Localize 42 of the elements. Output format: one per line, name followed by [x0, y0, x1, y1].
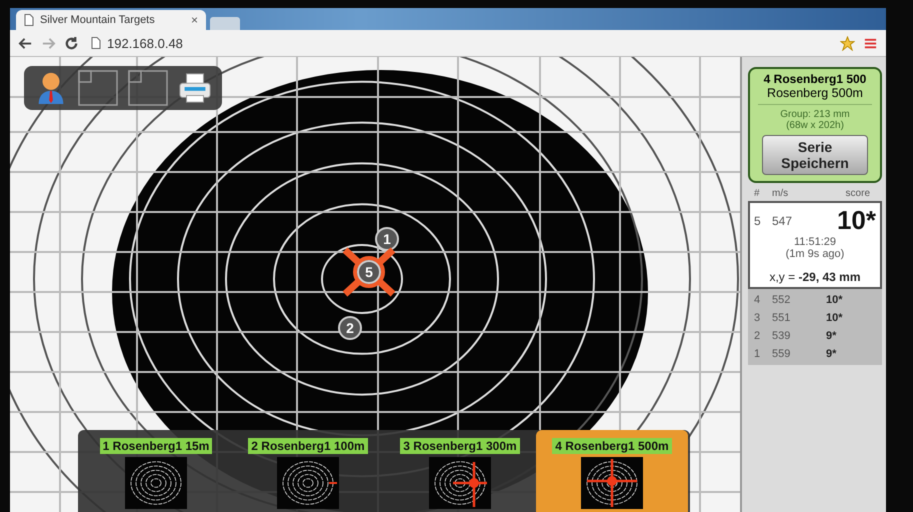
- shot-score: 10*: [836, 205, 876, 236]
- column-header: score: [844, 188, 871, 199]
- page-icon: [24, 14, 34, 26]
- printer-icon[interactable]: [178, 71, 212, 105]
- shot-speed: 547: [772, 214, 794, 228]
- shot-row[interactable]: 1 559 9*: [754, 345, 876, 363]
- shot-number: 5: [754, 214, 762, 228]
- series-label: 4 Rosenberg1 500m: [552, 438, 672, 454]
- window-icon[interactable]: [128, 70, 168, 106]
- target-thumbnail: [581, 457, 643, 509]
- window-icon[interactable]: [78, 70, 118, 106]
- back-icon[interactable]: [18, 36, 33, 50]
- series-item[interactable]: 4 Rosenberg1 500m: [536, 430, 688, 512]
- group-size: Group: 213 mm: [780, 109, 850, 120]
- group-dimensions: (68w x 202h): [786, 120, 844, 131]
- tab-title: Silver Mountain Targets: [40, 14, 156, 26]
- shot-time: 11:51:29: [794, 236, 836, 248]
- series-label: 3 Rosenberg1 300m: [400, 438, 520, 454]
- target-thumbnail: [277, 457, 339, 509]
- shot-row[interactable]: 2 539 9*: [754, 327, 876, 345]
- shot-position: x,y = -29, 43 mm: [769, 270, 861, 284]
- series-item[interactable]: 2 Rosenberg1 100m: [232, 430, 384, 512]
- column-header: m/s: [772, 188, 790, 199]
- target-thumbnail: [125, 457, 187, 509]
- series-item[interactable]: 3 Rosenberg1 300m: [384, 430, 536, 512]
- page-icon: [91, 37, 101, 49]
- shot-age: (1m 9s ago): [786, 248, 844, 260]
- reload-icon[interactable]: [64, 36, 79, 50]
- series-subtitle: Rosenberg 500m: [767, 86, 863, 100]
- save-series-button[interactable]: Serie Speichern: [762, 135, 868, 175]
- column-header: #: [754, 188, 761, 199]
- shot-row[interactable]: 4 552 10*: [754, 291, 876, 309]
- browser-tab[interactable]: Silver Mountain Targets ×: [16, 10, 206, 30]
- series-item[interactable]: 1 Rosenberg1 15m: [80, 430, 232, 512]
- series-title: 4 Rosenberg1 500: [764, 72, 866, 86]
- close-icon[interactable]: ×: [190, 13, 198, 27]
- shot-row[interactable]: 3 551 10*: [754, 309, 876, 327]
- series-label: 2 Rosenberg1 100m: [248, 438, 368, 454]
- series-label: 1 Rosenberg1 15m: [100, 438, 212, 454]
- star-icon[interactable]: [840, 36, 855, 50]
- target-thumbnail: [429, 457, 491, 509]
- url-text: 192.168.0.48: [107, 36, 183, 50]
